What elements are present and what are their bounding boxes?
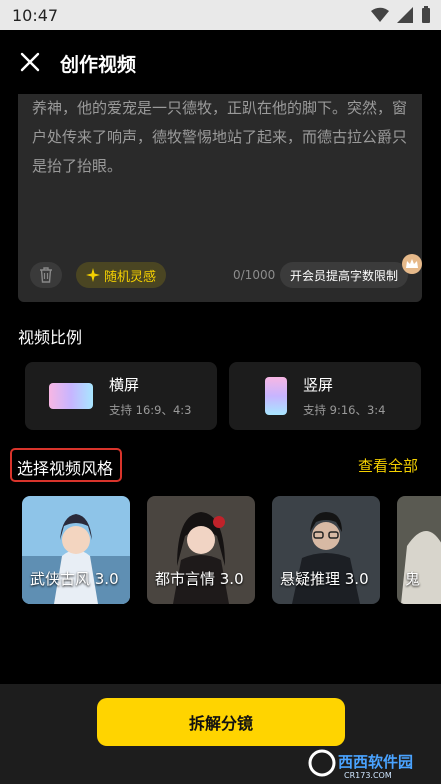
portrait-icon [265, 377, 287, 415]
status-icons [371, 6, 431, 24]
close-icon [20, 52, 40, 72]
close-button[interactable] [14, 46, 46, 78]
ratio-desc: 支持 9:16、3:4 [303, 403, 386, 417]
ratio-option-landscape[interactable]: 横屏 支持 16:9、4:3 [25, 362, 217, 430]
svg-text:西西软件园: 西西软件园 [338, 753, 413, 771]
random-inspiration-label: 随机灵感 [104, 269, 157, 285]
vip-upgrade-button[interactable]: 开会员提高字数限制 [280, 262, 409, 288]
style-list[interactable]: 武侠古风 3.0 都市言情 3.0 悬疑推理 3.0 鬼 [0, 496, 441, 604]
svg-text:CR173.COM: CR173.COM [344, 771, 392, 780]
wifi-icon [371, 7, 389, 23]
style-label: 都市言情 3.0 [155, 570, 244, 588]
clear-button[interactable] [30, 262, 62, 288]
char-counter: 0/1000 [233, 268, 276, 282]
style-card-ghost[interactable]: 鬼 [397, 496, 441, 604]
style-card-romance[interactable]: 都市言情 3.0 [147, 496, 255, 604]
style-card-mystery[interactable]: 悬疑推理 3.0 [272, 496, 380, 604]
story-text[interactable]: 养神，他的爱宠是一只德牧，正趴在他的脚下。突然，窗户处传来了响声，德牧警惕地站了… [32, 94, 412, 181]
page-title: 创作视频 [60, 54, 137, 76]
bottom-bar: 拆解分镜 西西软件园 CR173.COM [0, 684, 441, 784]
battery-icon [422, 6, 430, 23]
ratio-desc: 支持 16:9、4:3 [109, 403, 192, 417]
app-header: 创作视频 [0, 30, 441, 94]
style-label: 悬疑推理 3.0 [280, 570, 369, 588]
style-card-wuxia[interactable]: 武侠古风 3.0 [22, 496, 130, 604]
signal-icon [397, 7, 413, 23]
style-section-title: 选择视频风格 [17, 459, 114, 478]
style-label: 武侠古风 3.0 [30, 570, 119, 588]
view-all-link[interactable]: 查看全部 [358, 455, 418, 476]
random-inspiration-button[interactable]: 随机灵感 [76, 262, 167, 288]
landscape-icon [49, 383, 93, 409]
split-storyboard-button[interactable]: 拆解分镜 [97, 698, 345, 746]
ratio-name: 横屏 [109, 376, 140, 394]
watermark-logo: 西西软件园 CR173.COM [308, 749, 413, 780]
style-label: 鬼 [405, 570, 421, 588]
ratio-section-title: 视频比例 [18, 328, 83, 347]
status-time: 10:47 [12, 6, 59, 25]
trash-icon [40, 267, 52, 283]
ratio-option-portrait[interactable]: 竖屏 支持 9:16、3:4 [229, 362, 421, 430]
ratio-name: 竖屏 [303, 376, 334, 394]
status-bar: 10:47 [0, 0, 441, 30]
crown-icon [402, 254, 422, 274]
story-editor[interactable]: 养神，他的爱宠是一只德牧，正趴在他的脚下。突然，窗户处传来了响声，德牧警惕地站了… [18, 94, 422, 302]
sparkle-icon [86, 268, 100, 282]
